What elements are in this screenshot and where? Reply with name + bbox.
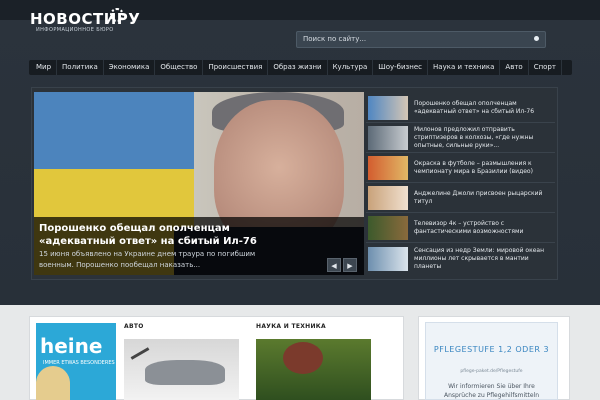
main-nav: Мир Политика Экономика Общество Происшес…	[29, 60, 572, 75]
side-thumb	[368, 246, 408, 271]
side-list-item[interactable]: Сенсация из недр Земли: мировой океан ми…	[366, 244, 555, 273]
side-thumb	[368, 216, 408, 240]
pflegestufe-ad-title[interactable]: PFLEGESTUFE 1,2 ODER 3	[432, 344, 551, 355]
hero-title[interactable]: Порошенко обещал ополченцам «адекватный …	[39, 222, 299, 248]
side-thumb	[368, 126, 408, 150]
side-list-item[interactable]: Окраска в футболе – размышления к чемпио…	[366, 154, 555, 183]
flying-car	[145, 360, 225, 385]
side-list-item[interactable]: Анджелине Джоли присвоен рыцарский титул	[366, 184, 555, 213]
dinosaur-figure	[283, 342, 323, 374]
section-title-science[interactable]: НАУКА И ТЕХНИКА	[256, 323, 326, 330]
side-list-item[interactable]: Порошенко обещал ополченцам «адекватный …	[366, 94, 555, 123]
nav-item-science[interactable]: Наука и техника	[428, 60, 501, 75]
pflegestufe-ad-url[interactable]: pflege-paket.de/Pflegestufe	[432, 369, 551, 374]
nav-item-sport[interactable]: Спорт	[529, 60, 562, 75]
search-icon[interactable]	[534, 36, 539, 41]
nav-item-culture[interactable]: Культура	[328, 60, 374, 75]
side-item-text: Сенсация из недр Земли: мировой океан ми…	[414, 246, 544, 270]
side-list-item[interactable]: Телевизор 4к – устройство с фантастическ…	[366, 214, 555, 243]
section-title-auto[interactable]: АВТО	[124, 323, 144, 330]
heine-ad-brand: heine	[40, 334, 103, 358]
slider-prev-button[interactable]: ◀	[327, 258, 341, 272]
nav-item-incidents[interactable]: Происшествия	[203, 60, 269, 75]
side-item-text: Милонов предложил отправить стриптизеров…	[414, 126, 534, 149]
slider-next-button[interactable]: ▶	[343, 258, 357, 272]
side-item-text: Окраска в футболе – размышления к чемпио…	[414, 160, 533, 175]
side-item-text: Телевизор 4к – устройство с фантастическ…	[414, 220, 524, 235]
nav-item-economy[interactable]: Экономика	[104, 60, 156, 75]
hero-description: 15 июня объявлено на Украине днем траура…	[39, 250, 256, 269]
side-item-text: Порошенко обещал ополченцам «адекватный …	[414, 100, 535, 115]
site-logo-subtitle: ИНФОРМАЦИОННОЕ БЮРО	[36, 27, 114, 33]
nav-item-politics[interactable]: Политика	[57, 60, 104, 75]
side-thumb	[368, 186, 408, 210]
pflegestufe-ad-text: Wir informieren Sie über Ihre Ansprüche …	[443, 383, 539, 399]
nav-item-society[interactable]: Общество	[155, 60, 204, 75]
logo-sun-icon	[110, 8, 124, 22]
nav-item-world[interactable]: Мир	[31, 60, 58, 75]
heine-ad-model	[36, 366, 70, 400]
side-item-text: Анджелине Джоли присвоен рыцарский титул	[414, 190, 543, 205]
nav-item-showbiz[interactable]: Шоу-бизнес	[373, 60, 429, 75]
nav-item-auto[interactable]: Авто	[500, 60, 529, 75]
side-thumb	[368, 156, 408, 180]
nav-item-lifestyle[interactable]: Образ жизни	[268, 60, 328, 75]
side-thumb	[368, 96, 408, 120]
search-placeholder: Поиск по сайту...	[303, 35, 367, 43]
side-list-item[interactable]: Милонов предложил отправить стриптизеров…	[366, 124, 555, 153]
search-input[interactable]: Поиск по сайту...	[296, 31, 546, 48]
